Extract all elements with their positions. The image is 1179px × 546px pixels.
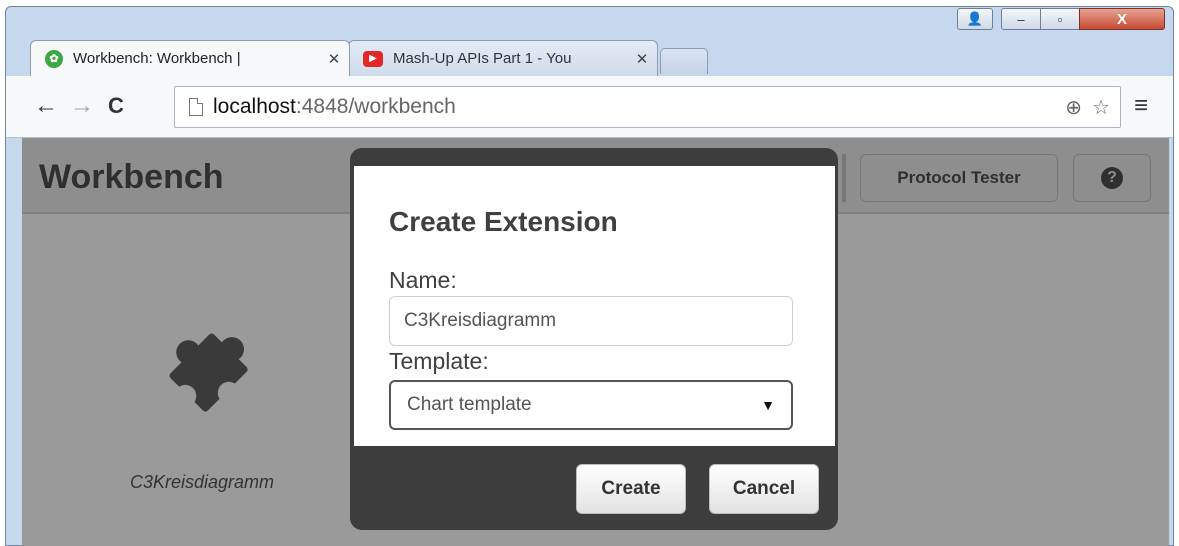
name-input[interactable]: [389, 296, 793, 346]
tab-workbench[interactable]: ✿ Workbench: Workbench | ✕: [30, 40, 350, 76]
bookmark-star-icon[interactable]: ☆: [1092, 95, 1110, 120]
header-divider: [842, 154, 846, 202]
qlik-icon: ✿: [45, 49, 63, 68]
profile-button[interactable]: 👤: [957, 8, 993, 30]
extension-tile[interactable]: C3Kreisdiagramm: [82, 308, 322, 508]
help-icon: ?: [1101, 167, 1123, 189]
browser-toolbar: ← → C localhost:4848/workbench ⊕ ☆ ≡: [6, 76, 1173, 138]
dropdown-caret-icon: ▼: [761, 397, 775, 413]
maximize-button[interactable]: ▫: [1040, 8, 1080, 30]
url-host: localhost: [213, 95, 296, 118]
reload-icon[interactable]: C: [108, 94, 124, 118]
minimize-icon: –: [1017, 11, 1025, 27]
back-arrow-icon[interactable]: ←: [34, 94, 58, 118]
user-icon: 👤: [966, 11, 984, 26]
minimize-button[interactable]: –: [1001, 8, 1041, 30]
cancel-button[interactable]: Cancel: [709, 464, 819, 514]
create-button[interactable]: Create: [576, 464, 686, 514]
name-label: Name:: [389, 267, 457, 293]
zoom-icon[interactable]: ⊕: [1065, 95, 1082, 120]
tab-label: Mash-Up APIs Part 1 - You: [393, 50, 572, 67]
omnibox-actions: ⊕ ☆: [1065, 95, 1110, 120]
page-icon: [189, 98, 203, 116]
page-title: Workbench: [39, 158, 224, 196]
extension-name: C3Kreisdiagramm: [129, 472, 275, 492]
template-select[interactable]: Chart template ▼: [389, 380, 793, 430]
forward-arrow-icon[interactable]: →: [70, 94, 94, 118]
url-path: :4848/workbench: [295, 95, 456, 118]
browser-menu-icon[interactable]: ≡: [1134, 92, 1148, 120]
close-icon: X: [1116, 10, 1127, 28]
youtube-icon: ▶: [363, 50, 383, 67]
dialog-title: Create Extension: [389, 206, 618, 237]
maximize-icon: ▫: [1057, 11, 1063, 27]
tab-label: Workbench: Workbench |: [73, 50, 241, 67]
dialog-body: Create Extension Name: Template: Chart t…: [354, 166, 835, 446]
address-bar[interactable]: localhost:4848/workbench ⊕ ☆: [174, 86, 1121, 128]
tab-youtube[interactable]: ▶ Mash-Up APIs Part 1 - You ✕: [348, 40, 658, 76]
close-window-button[interactable]: X: [1079, 8, 1165, 30]
puzzle-piece-icon: [169, 333, 248, 412]
template-selected-value: Chart template: [407, 394, 532, 415]
create-extension-dialog: Create Extension Name: Template: Chart t…: [350, 148, 838, 530]
help-button[interactable]: ?: [1073, 154, 1151, 202]
new-tab-button[interactable]: [660, 48, 708, 74]
template-label: Template:: [389, 348, 489, 374]
tab-close-icon[interactable]: ✕: [319, 50, 349, 68]
protocol-tester-button[interactable]: Protocol Tester: [860, 154, 1058, 202]
tab-close-icon[interactable]: ✕: [627, 50, 657, 68]
